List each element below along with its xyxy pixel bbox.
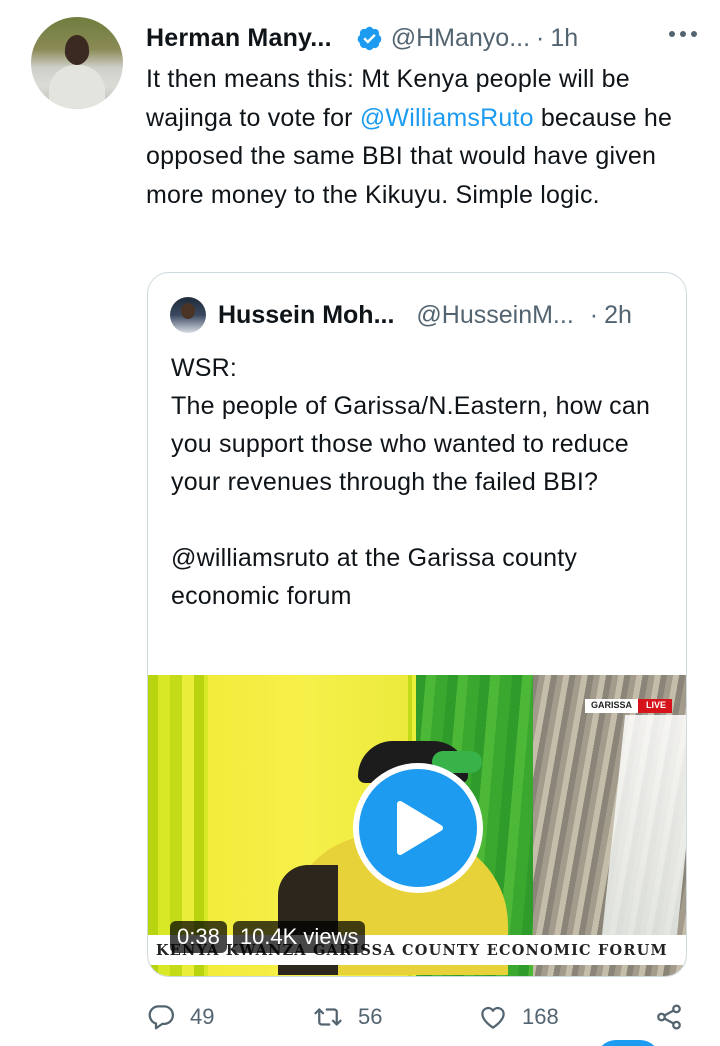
separator-dot: · — [589, 300, 599, 329]
quoted-author-name[interactable]: Hussein Moh... — [218, 301, 394, 330]
reply-button[interactable]: 49 — [146, 1002, 214, 1032]
live-badge: GARISSA LIVE — [584, 699, 672, 713]
more-dot — [669, 31, 675, 37]
avatar-head — [65, 35, 89, 65]
retweet-button[interactable]: 56 — [312, 1002, 382, 1032]
more-dot — [680, 31, 686, 37]
quoted-tweet-header: Hussein Moh... @HusseinM... · 2h — [170, 295, 666, 335]
tweet-text: It then means this: Mt Kenya people will… — [146, 60, 696, 214]
play-button[interactable] — [353, 763, 483, 893]
more-dot — [691, 31, 697, 37]
quoted-tweet-card[interactable]: Hussein Moh... @HusseinM... · 2h WSR: Th… — [147, 272, 687, 977]
video-stats: 0:38 10.4K views — [170, 921, 366, 953]
play-icon — [397, 801, 443, 855]
mention-link[interactable]: @WilliamsRuto — [360, 104, 534, 132]
retweet-icon — [314, 1008, 342, 1026]
quoted-text-line: The people of Garissa/N.Eastern, how can… — [171, 392, 651, 496]
quoted-timestamp[interactable]: 2h — [604, 301, 632, 330]
share-button[interactable] — [654, 1002, 684, 1032]
like-button[interactable]: 168 — [478, 1002, 559, 1032]
avatar[interactable] — [31, 17, 123, 109]
avatar-body — [49, 65, 105, 109]
quoted-text-line: WSR: — [171, 354, 238, 382]
quoted-tweet-text: WSR: The people of Garissa/N.Eastern, ho… — [171, 349, 671, 615]
verified-badge-icon — [357, 26, 382, 50]
live-label: LIVE — [637, 699, 672, 713]
reply-icon — [148, 1005, 174, 1030]
share-icon — [657, 1004, 681, 1030]
separator-dot: · — [536, 23, 545, 52]
like-icon — [481, 1006, 505, 1029]
more-icon[interactable] — [666, 22, 700, 46]
tweet-actions: 49 56 168 — [146, 1002, 694, 1042]
live-location: GARISSA — [584, 699, 638, 713]
author-handle[interactable]: @HManyo... — [391, 24, 530, 53]
tweet-header: Herman Many... @HManyo... · 1h — [146, 18, 700, 58]
retweet-count: 56 — [358, 1004, 383, 1029]
quoted-author-handle[interactable]: @HusseinM... — [416, 301, 573, 330]
video-player[interactable]: GARISSA LIVE KENYA KWANZA GARISSA COUNTY… — [148, 675, 686, 976]
play-button-circle — [359, 769, 477, 887]
timestamp[interactable]: 1h — [550, 24, 578, 53]
quoted-avatar[interactable] — [170, 297, 206, 333]
reply-count: 49 — [190, 1004, 215, 1029]
video-views: 10.4K views — [232, 921, 366, 953]
author-name[interactable]: Herman Many... — [146, 24, 332, 53]
video-duration: 0:38 — [170, 921, 227, 953]
quoted-text-line: @williamsruto at the Garissa county econ… — [171, 544, 578, 610]
quoted-text-line — [171, 501, 671, 539]
like-count: 168 — [522, 1004, 559, 1029]
